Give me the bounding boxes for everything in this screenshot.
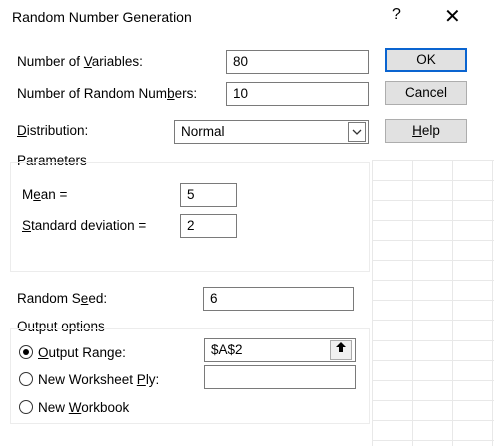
dialog-title: Random Number Generation — [12, 9, 192, 25]
range-collapse-icon[interactable] — [330, 340, 352, 360]
output-range-label: Output Range: — [38, 345, 126, 360]
new-worksheet-input[interactable] — [204, 365, 356, 389]
close-icon[interactable]: ✕ — [444, 4, 461, 29]
distribution-value: Normal — [181, 124, 225, 139]
num-random-input[interactable]: 10 — [226, 82, 369, 106]
mean-input[interactable]: 5 — [180, 183, 237, 207]
new-worksheet-radio[interactable] — [19, 372, 33, 386]
background-worksheet-grid — [372, 160, 494, 446]
num-variables-label: Number of Variables: — [17, 54, 143, 69]
distribution-select[interactable]: Normal — [174, 120, 369, 144]
cancel-button[interactable]: Cancel — [385, 81, 467, 105]
ok-button[interactable]: OK — [385, 48, 467, 72]
help-button[interactable]: Help — [385, 119, 467, 143]
distribution-label: Distribution: — [17, 123, 89, 138]
output-range-radio[interactable] — [19, 345, 33, 359]
chevron-down-icon[interactable] — [348, 122, 366, 142]
mean-label: Mean = — [22, 187, 68, 202]
new-workbook-label: New Workbook — [38, 400, 130, 415]
num-random-label: Number of Random Numbers: — [17, 86, 198, 101]
help-icon[interactable]: ? — [392, 6, 401, 24]
new-worksheet-label: New Worksheet Ply: — [38, 372, 160, 387]
random-seed-input[interactable]: 6 — [203, 287, 354, 311]
random-seed-label: Random Seed: — [17, 291, 108, 306]
num-variables-input[interactable]: 80 — [226, 50, 369, 74]
std-dev-input[interactable]: 2 — [180, 214, 237, 238]
new-workbook-radio[interactable] — [19, 400, 33, 414]
std-dev-label: Standard deviation = — [22, 218, 147, 233]
